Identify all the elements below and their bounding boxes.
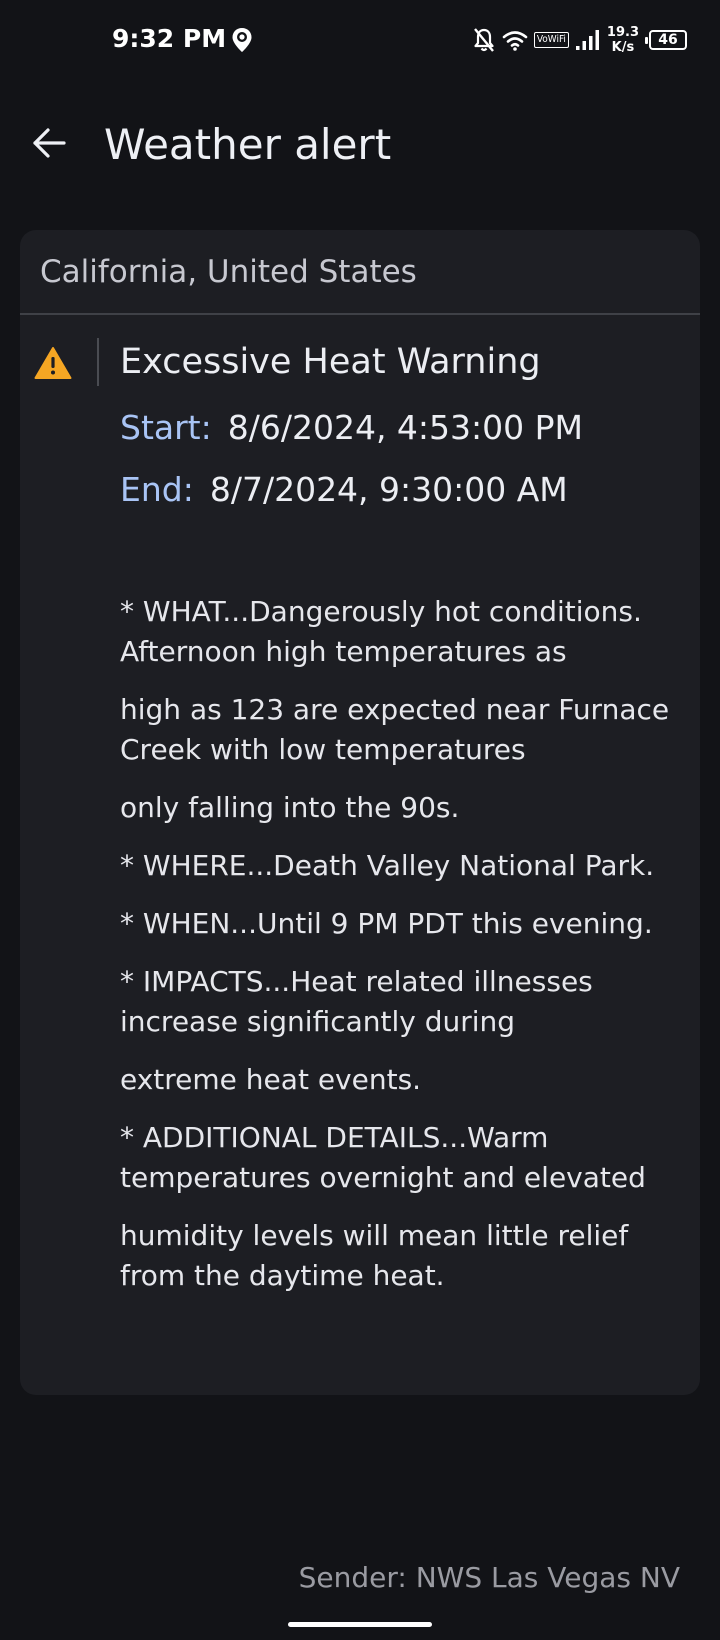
alert-title-row: Excessive Heat Warning bbox=[20, 338, 700, 390]
arrow-back-icon bbox=[33, 128, 66, 158]
description-paragraph: * WHEN...Until 9 PM PDT this evening. bbox=[120, 907, 653, 940]
network-speed-unit: K/s bbox=[611, 40, 635, 55]
gesture-navigation-bar[interactable] bbox=[288, 1622, 432, 1627]
alert-card: California, United States Excessive Heat… bbox=[20, 230, 700, 1395]
description-paragraph: only falling into the 90s. bbox=[120, 791, 460, 824]
location-pin-icon bbox=[231, 27, 253, 53]
description-paragraph: * ADDITIONAL DETAILS...Warm temperatures… bbox=[120, 1121, 646, 1194]
description-paragraph: extreme heat events. bbox=[120, 1063, 422, 1096]
network-speed: 19.3 K/s bbox=[607, 25, 639, 55]
description-paragraph: humidity levels will mean little relief … bbox=[120, 1219, 629, 1292]
battery-icon: 46 bbox=[645, 30, 687, 50]
vowifi-badge: VoWiFi bbox=[533, 32, 569, 48]
status-bar: 9:32 PM VoWiFi 19.3 K/s 46 bbox=[0, 0, 720, 80]
alert-location: California, United States bbox=[40, 253, 417, 290]
warning-icon bbox=[34, 346, 72, 380]
start-value: 8/6/2024, 4:53:00 PM bbox=[227, 408, 583, 447]
description-paragraph: * WHAT...Dangerously hot conditions. Aft… bbox=[120, 595, 642, 668]
battery-level: 46 bbox=[658, 32, 678, 48]
status-indicators: VoWiFi 19.3 K/s 46 bbox=[472, 22, 687, 58]
start-time-row: Start: 8/6/2024, 4:53:00 PM bbox=[120, 408, 583, 447]
status-time: 9:32 PM bbox=[112, 24, 227, 53]
wifi-icon bbox=[502, 29, 528, 51]
end-value: 8/7/2024, 9:30:00 AM bbox=[209, 470, 568, 509]
description-paragraph: high as 123 are expected near Furnace Cr… bbox=[120, 693, 670, 766]
back-button[interactable] bbox=[28, 122, 70, 164]
description-paragraph: * IMPACTS...Heat related illnesses incre… bbox=[120, 965, 593, 1038]
alert-sender: Sender: NWS Las Vegas NV bbox=[298, 1561, 680, 1594]
alert-description: * WHAT...Dangerously hot conditions. Aft… bbox=[120, 592, 680, 1314]
page-title: Weather alert bbox=[104, 120, 392, 169]
signal-icon bbox=[575, 29, 601, 51]
end-time-row: End: 8/7/2024, 9:30:00 AM bbox=[120, 470, 568, 509]
divider bbox=[97, 338, 99, 386]
alert-title: Excessive Heat Warning bbox=[120, 342, 541, 382]
network-speed-value: 19.3 bbox=[606, 25, 639, 40]
app-bar: Weather alert bbox=[0, 100, 720, 190]
card-header: California, United States bbox=[20, 230, 700, 315]
description-paragraph: * WHERE...Death Valley National Park. bbox=[120, 849, 655, 882]
bell-off-icon bbox=[472, 27, 496, 53]
end-label: End: bbox=[120, 470, 194, 509]
start-label: Start: bbox=[120, 408, 212, 447]
